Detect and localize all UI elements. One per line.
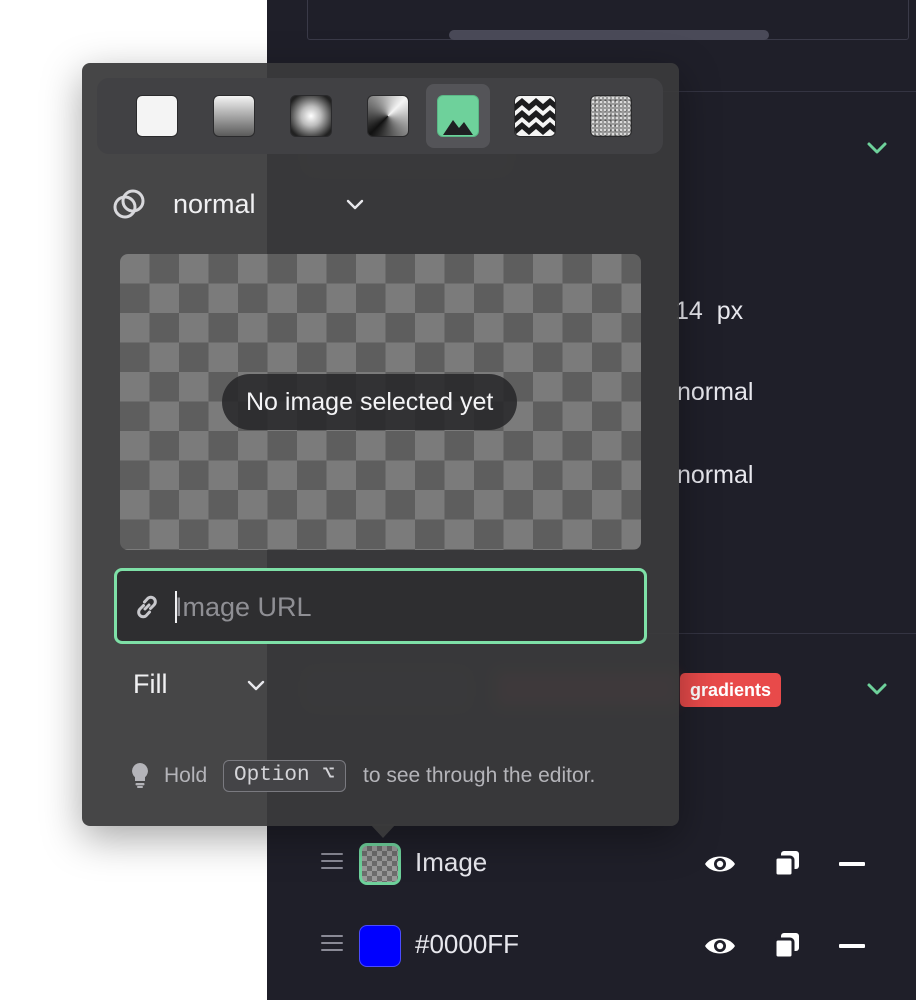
fill-type-radial[interactable] (279, 84, 343, 148)
drag-handle-icon[interactable] (321, 853, 343, 875)
linear-gradient-icon (213, 95, 255, 137)
fill-type-conic[interactable] (356, 84, 420, 148)
lightbulb-icon (129, 762, 151, 788)
conic-gradient-icon (367, 95, 409, 137)
image-preview[interactable]: No image selected yet (120, 254, 641, 550)
image-url-input[interactable] (175, 587, 625, 627)
layer-row-color[interactable]: #0000FF (267, 917, 916, 977)
remove-icon[interactable] (835, 849, 869, 879)
horizontal-scrollbar[interactable] (449, 30, 769, 40)
pattern-fill-icon (514, 95, 556, 137)
gradients-badge: gradients (680, 673, 782, 707)
duplicate-icon[interactable] (770, 931, 804, 961)
fill-editor-popover: normal No image selected yet Fill Hold O… (82, 63, 679, 838)
image-url-field[interactable] (114, 568, 647, 644)
chevron-down-icon[interactable] (866, 137, 888, 159)
fill-type-noise[interactable] (579, 84, 643, 148)
image-fill-icon (437, 95, 479, 137)
fill-type-pattern[interactable] (503, 84, 567, 148)
noise-fill-icon (590, 95, 632, 137)
fill-type-linear[interactable] (202, 84, 266, 148)
option-key-badge: Option ⌥ (223, 760, 346, 792)
text-caret (175, 591, 177, 623)
popover-pointer (370, 824, 396, 838)
hint-text-before: Hold (164, 764, 208, 787)
fill-type-solid[interactable] (125, 84, 189, 148)
layer-swatch-image[interactable] (359, 843, 401, 885)
font-weight-value[interactable]: normal (677, 378, 753, 407)
eye-icon[interactable] (703, 849, 737, 879)
eye-icon[interactable] (703, 931, 737, 961)
layer-label: Image (415, 847, 488, 877)
chevron-down-icon (245, 674, 267, 696)
hint-text-after: to see through the editor. (363, 764, 596, 787)
empty-preview-message: No image selected yet (222, 374, 518, 430)
link-icon (133, 593, 161, 621)
duplicate-icon[interactable] (770, 849, 804, 879)
fill-type-image[interactable] (426, 84, 490, 148)
radial-gradient-icon (290, 95, 332, 137)
image-fit-select[interactable]: Fill (133, 666, 283, 706)
image-fit-value: Fill (133, 669, 168, 699)
font-style-value[interactable]: normal (677, 461, 753, 490)
drag-handle-icon[interactable] (321, 935, 343, 957)
font-size-value: 14 px (675, 297, 744, 325)
blend-mode-select[interactable]: normal (112, 183, 382, 227)
remove-icon[interactable] (835, 931, 869, 961)
chevron-down-icon[interactable] (866, 678, 888, 700)
layer-label: #0000FF (415, 929, 520, 959)
hint-row: Hold Option ⌥ to see through the editor. (129, 759, 649, 793)
chevron-down-icon (344, 193, 366, 215)
layer-row-image[interactable]: Image (267, 835, 916, 895)
layer-swatch-color[interactable] (359, 925, 401, 967)
solid-fill-icon (136, 95, 178, 137)
blend-mode-icon (112, 188, 146, 222)
fill-type-bar (97, 78, 663, 154)
blend-mode-value: normal (173, 189, 256, 219)
